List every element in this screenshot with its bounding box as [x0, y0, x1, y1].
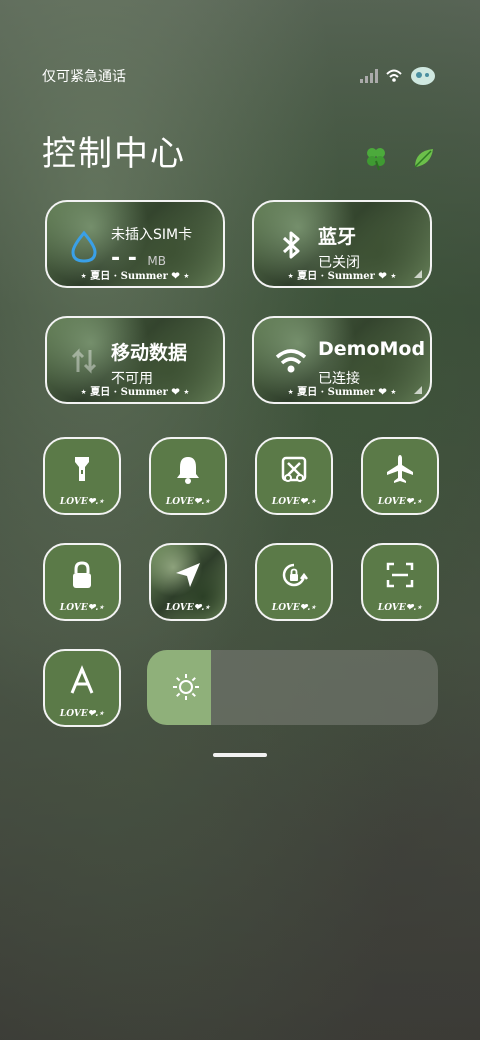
data-usage-unit: MB	[147, 254, 166, 268]
bluetooth-card[interactable]: 蓝牙 已关闭 ⋆ 夏日 · Summer ❤ ⋆	[252, 200, 432, 288]
wifi-network-label: DemoMod	[318, 338, 426, 360]
tile-label: LOVE❤.⋆	[377, 603, 423, 613]
scanner-toggle[interactable]: LOVE❤.⋆	[361, 543, 439, 621]
flashlight-toggle[interactable]: LOVE❤.⋆	[43, 437, 121, 515]
rotation-lock-toggle[interactable]: LOVE❤.⋆	[255, 543, 333, 621]
location-toggle[interactable]: LOVE❤.⋆	[149, 543, 227, 621]
clover-icon[interactable]	[362, 144, 390, 172]
leaf-icon[interactable]	[410, 144, 438, 172]
sim-status-label: 未插入SIM卡	[111, 227, 193, 243]
bluetooth-label: 蓝牙	[318, 226, 357, 248]
data-usage-card[interactable]: 未插入SIM卡 - - MB ⋆ 夏日 · Summer ❤ ⋆	[45, 200, 225, 288]
wifi-icon	[275, 349, 307, 373]
header-icons	[362, 144, 438, 172]
lock-icon	[73, 561, 91, 588]
card-decoration: ⋆ 夏日 · Summer ❤ ⋆	[287, 271, 397, 282]
expand-corner-icon[interactable]	[414, 270, 422, 278]
bluetooth-icon	[282, 231, 300, 259]
sun-icon	[173, 674, 199, 700]
silent-mode-toggle[interactable]: LOVE❤.⋆	[149, 437, 227, 515]
lock-screen-toggle[interactable]: LOVE❤.⋆	[43, 543, 121, 621]
status-bar: 仅可紧急通话	[42, 66, 436, 86]
screenshot-scissors-icon	[281, 456, 307, 482]
bell-icon	[177, 457, 199, 484]
mobile-data-icon	[71, 348, 97, 374]
card-decoration: ⋆ 夏日 · Summer ❤ ⋆	[287, 387, 397, 398]
tile-label: LOVE❤.⋆	[59, 497, 105, 507]
screenshot-toggle[interactable]: LOVE❤.⋆	[255, 437, 333, 515]
location-arrow-icon	[176, 563, 200, 587]
scan-icon	[386, 562, 414, 588]
tile-label: LOVE❤.⋆	[377, 497, 423, 507]
status-icons	[360, 66, 436, 86]
expand-corner-icon[interactable]	[414, 386, 422, 394]
font-a-icon	[70, 665, 94, 694]
card-decoration: ⋆ 夏日 · Summer ❤ ⋆	[80, 387, 190, 398]
flashlight-icon	[75, 457, 89, 481]
water-drop-icon	[71, 230, 97, 263]
signal-icon	[360, 69, 378, 83]
rotation-lock-icon	[282, 563, 308, 587]
tile-label: LOVE❤.⋆	[271, 603, 317, 613]
font-size-toggle[interactable]: LOVE❤.⋆	[43, 649, 121, 727]
home-handle[interactable]	[213, 753, 267, 757]
wifi-card[interactable]: DemoMod 已连接 ⋆ 夏日 · Summer ❤ ⋆	[252, 316, 432, 404]
tile-label: LOVE❤.⋆	[59, 603, 105, 613]
tile-label: LOVE❤.⋆	[165, 497, 211, 507]
mobile-data-label: 移动数据	[111, 342, 188, 364]
tile-label: LOVE❤.⋆	[271, 497, 317, 507]
tile-label: LOVE❤.⋆	[59, 709, 105, 719]
status-text: 仅可紧急通话	[42, 69, 126, 85]
battery-icon	[411, 67, 435, 85]
page-title: 控制中心	[42, 134, 186, 174]
wifi-status-icon	[386, 69, 402, 82]
mobile-data-card[interactable]: 移动数据 不可用 ⋆ 夏日 · Summer ❤ ⋆	[45, 316, 225, 404]
tile-label: LOVE❤.⋆	[165, 603, 211, 613]
airplane-icon	[387, 455, 413, 483]
airplane-mode-toggle[interactable]: LOVE❤.⋆	[361, 437, 439, 515]
card-decoration: ⋆ 夏日 · Summer ❤ ⋆	[80, 271, 190, 282]
brightness-slider[interactable]	[147, 650, 438, 725]
